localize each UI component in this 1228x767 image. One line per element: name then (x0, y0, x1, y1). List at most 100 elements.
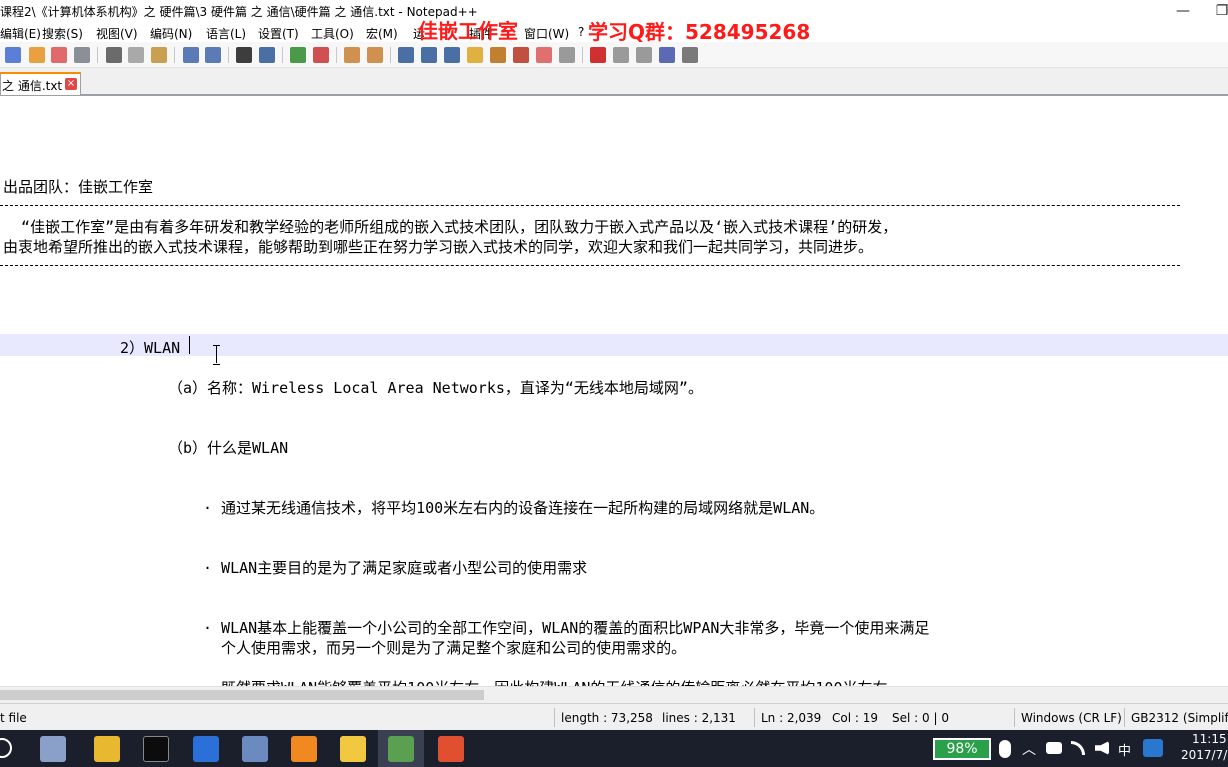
zoom-out-icon[interactable] (313, 47, 329, 63)
window-title: 课程2\《计算机体系机构》之 硬件篇\3 硬件篇 之 通信\硬件篇 之 通信.t… (0, 5, 478, 19)
tab-document[interactable]: 之 通信.txt × (0, 72, 81, 95)
monitor-icon[interactable] (559, 47, 575, 63)
toolbar-separator (174, 47, 175, 63)
status-separator (554, 708, 555, 727)
replace-icon[interactable] (259, 47, 275, 63)
taskbar: 98% ︿ 中 11:15 2017/7/ (0, 730, 1228, 767)
menu-help[interactable]: ? (578, 25, 584, 39)
keyboard-icon[interactable] (1046, 742, 1062, 754)
show-all-icon[interactable] (421, 47, 437, 63)
menu-edit[interactable]: 编辑(E) (0, 25, 41, 42)
scrollbar-thumb[interactable] (0, 690, 484, 700)
restore-button[interactable]: ❐ (1210, 1, 1228, 21)
save-icon[interactable] (51, 47, 67, 63)
watermark-qq-group: 学习Q群：528495268 (588, 20, 811, 44)
baidu-icon[interactable] (1143, 739, 1163, 757)
battery-indicator[interactable]: 98% (933, 738, 991, 760)
toolbar-separator (228, 47, 229, 63)
file-explorer-icon[interactable] (94, 736, 120, 762)
ibeam-cursor-icon (212, 345, 222, 365)
redo-icon[interactable] (205, 47, 221, 63)
horizontal-scrollbar[interactable] (0, 686, 1228, 703)
function-list-icon[interactable] (513, 47, 529, 63)
udl-icon[interactable] (467, 47, 483, 63)
doc-map-icon[interactable] (490, 47, 506, 63)
save-all-icon[interactable] (74, 47, 90, 63)
menu-tools[interactable]: 工具(O) (311, 25, 354, 42)
menu-view[interactable]: 视图(V) (96, 25, 138, 42)
minimize-button[interactable]: — (1171, 1, 1195, 21)
menu-settings[interactable]: 设置(T) (258, 25, 299, 42)
close-icon[interactable]: × (65, 78, 77, 90)
status-eol: Windows (CR LF) (1021, 711, 1122, 725)
toolbar (0, 42, 1228, 68)
text-line-b: （b）什么是WLAN (168, 439, 289, 457)
menu-search[interactable]: 搜索(S) (42, 25, 83, 42)
menu-macro[interactable]: 宏(M) (366, 25, 398, 42)
zoom-in-icon[interactable] (290, 47, 306, 63)
indent-guide-icon[interactable] (444, 47, 460, 63)
watermark-studio: 佳嵌工作室 (418, 19, 518, 43)
terminal-icon[interactable] (143, 736, 169, 762)
status-length: length : 73,258 (561, 711, 653, 725)
menu-language[interactable]: 语言(L) (206, 25, 246, 42)
toolbar-separator (582, 47, 583, 63)
text-bullet-3a: · WLAN基本上能覆盖一个小公司的全部工作空间，WLAN的覆盖的面积比WPAN… (203, 619, 930, 637)
clock-date[interactable]: 2017/7/ (1181, 748, 1227, 762)
status-separator (1124, 708, 1125, 727)
status-file-type: t file (0, 711, 27, 725)
editor-area[interactable]: 出品团队：佳嵌工作室 “佳嵌工作室”是由有着多年研发和教学经验的老师所组成的嵌入… (0, 98, 1228, 686)
undo-icon[interactable] (183, 47, 199, 63)
status-selection: Sel : 0 | 0 (892, 711, 949, 725)
status-line-number: Ln : 2,039 (761, 711, 822, 725)
task-view-icon[interactable] (40, 736, 66, 762)
media-player-icon[interactable] (291, 736, 317, 762)
play-icon[interactable] (636, 47, 652, 63)
ime-indicator[interactable]: 中 (1118, 740, 1131, 759)
status-separator (754, 708, 755, 727)
tab-bar: 之 通信.txt × (0, 68, 1228, 96)
record-icon[interactable] (590, 47, 606, 63)
cut-icon[interactable] (106, 47, 122, 63)
text-bullet-3b: 个人使用需求，而另一个则是为了满足整个家庭和公司的使用需求的。 (203, 639, 687, 657)
microphone-icon[interactable] (999, 740, 1011, 758)
play-multi-icon[interactable] (659, 47, 675, 63)
tab-label: 之 通信.txt (2, 79, 63, 93)
text-line-team: 出品团队：佳嵌工作室 (3, 178, 154, 196)
status-separator (1014, 708, 1015, 727)
paste-icon[interactable] (151, 47, 167, 63)
status-column: Col : 19 (832, 711, 878, 725)
menu-encoding[interactable]: 编码(N) (150, 25, 192, 42)
current-line-highlight (0, 334, 1228, 356)
wifi-icon[interactable] (1071, 741, 1085, 755)
volume-icon[interactable] (1095, 741, 1109, 755)
app-c-icon[interactable] (438, 736, 464, 762)
clock-time[interactable]: 11:15 (1192, 732, 1227, 746)
search-icon[interactable] (0, 738, 12, 758)
chevron-up-icon[interactable]: ︿ (1022, 739, 1036, 759)
save-macro-icon[interactable] (682, 47, 698, 63)
text-bullet-2: · WLAN主要目的是为了满足家庭或者小型公司的使用需求 (203, 559, 588, 577)
wps-writer-icon[interactable] (193, 736, 219, 762)
open-file-icon[interactable] (29, 47, 45, 63)
copy-icon[interactable] (128, 47, 144, 63)
text-bullet-1: · 通过某无线通信技术，将平均100米左右内的设备连接在一起所构建的局域网络就是… (203, 499, 825, 517)
toolbar-separator (390, 47, 391, 63)
text-line-intro-2: 由衷地希望所推出的嵌入式技术课程，能够帮助到哪些正在努力学习嵌入式技术的同学，欢… (3, 238, 874, 256)
sync-h-icon[interactable] (367, 47, 383, 63)
toolbar-separator (336, 47, 337, 63)
new-file-icon[interactable] (5, 47, 21, 63)
stop-icon[interactable] (613, 47, 629, 63)
folder-icon[interactable] (536, 47, 552, 63)
divider-bottom (0, 265, 1180, 266)
sync-v-icon[interactable] (344, 47, 360, 63)
wrap-icon[interactable] (398, 47, 414, 63)
menu-window[interactable]: 窗口(W) (524, 25, 569, 42)
text-line-a: （a）名称：Wireless Local Area Networks，直译为“无… (168, 379, 703, 397)
text-line-intro-1: “佳嵌工作室”是由有着多年研发和教学经验的老师所组成的嵌入式技术团队，团队致力于… (3, 218, 898, 236)
divider-top (0, 205, 1180, 206)
notepad-plus-plus-icon[interactable] (388, 736, 414, 762)
paint-icon[interactable] (242, 736, 268, 762)
chat-app-icon[interactable] (340, 736, 366, 762)
find-icon[interactable] (236, 47, 252, 63)
